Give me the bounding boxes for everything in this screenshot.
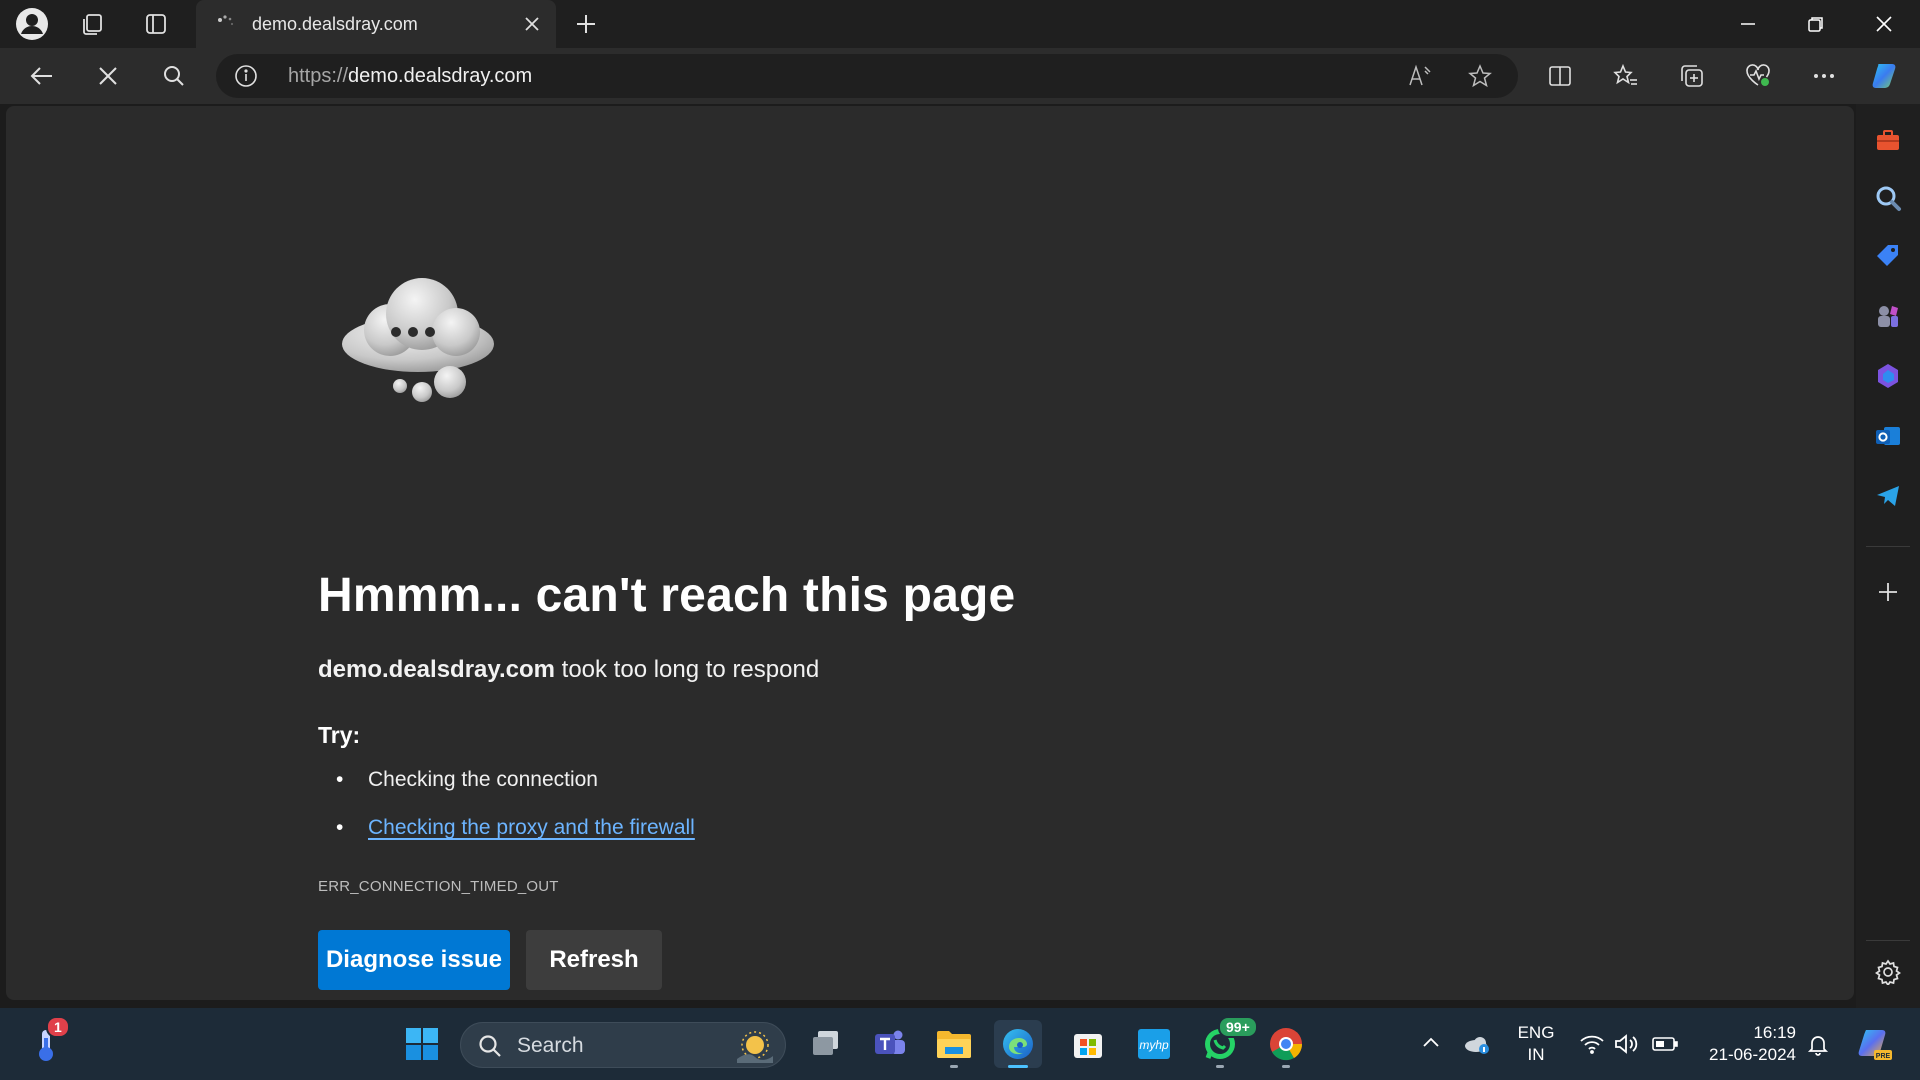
error-host: demo.dealsdray.com [318,656,555,683]
search-highlight-icon [735,1027,775,1065]
url-host: demo.dealsdray.com [348,65,533,87]
error-description: demo.dealsdray.com took too long to resp… [318,656,819,684]
error-page: Hmmm... can't reach this page demo.deals… [6,106,1854,1000]
title-bar: demo.dealsdray.com [0,0,1920,48]
back-icon[interactable] [22,56,62,96]
sidebar-divider [1866,940,1910,941]
browser-tab[interactable]: demo.dealsdray.com [196,0,556,48]
url-scheme: https:// [288,65,349,87]
running-indicator [1216,1065,1224,1068]
onedrive-icon[interactable] [1462,1030,1492,1058]
clock-time: 16:19 [1753,1023,1796,1042]
input-language[interactable]: ENG IN [1510,1022,1562,1066]
myhp-icon[interactable]: myhp [1130,1020,1178,1068]
whatsapp-icon[interactable]: 99+ [1196,1016,1258,1068]
page-title: Hmmm... can't reach this page [318,569,1016,622]
teams-icon[interactable] [866,1020,914,1068]
thinking-cloud-icon [334,264,502,404]
volume-icon[interactable] [1612,1030,1640,1058]
chrome-icon[interactable] [1262,1020,1310,1068]
region-code: IN [1527,1045,1545,1064]
running-indicator [1008,1065,1028,1068]
sidebar-divider [1866,546,1910,547]
workspaces-icon[interactable] [72,4,112,44]
error-message: took too long to respond [554,656,820,683]
bullet: • [336,816,344,839]
add-favorite-icon[interactable] [1466,62,1494,90]
start-icon[interactable] [398,1020,446,1068]
read-aloud-icon[interactable] [1406,62,1434,90]
system-clock[interactable]: 16:19 21-06-2024 [1696,1022,1796,1066]
loading-spinner-icon [214,12,238,36]
bullet: • [336,768,344,791]
tab-actions-icon[interactable] [136,4,176,44]
task-view-icon[interactable] [802,1020,850,1068]
add-icon[interactable] [1872,576,1904,608]
search-label: Search [517,1034,584,1057]
refresh-button[interactable]: Refresh [526,930,662,990]
proxy-firewall-link[interactable]: Checking the proxy and the firewall [368,816,695,839]
whatsapp-badge: 99+ [1218,1016,1258,1038]
restore-icon[interactable] [1782,0,1850,48]
running-indicator [950,1065,958,1068]
suggestion-text: Checking the connection [368,768,598,791]
more-icon[interactable] [1804,56,1844,96]
search-icon[interactable] [1872,182,1904,214]
address-bar[interactable]: https://demo.dealsdray.com [216,54,1518,98]
notifications-icon[interactable] [1804,1030,1832,1058]
microsoft-store-icon[interactable] [1064,1020,1112,1068]
favorites-icon[interactable] [1606,56,1646,96]
windows-taskbar: 1 Search myhp 99+ ENG IN 16:19 21-06-202… [0,1008,1920,1080]
edge-icon[interactable] [994,1020,1042,1068]
profile-icon[interactable] [12,4,52,44]
svg-text:PRE: PRE [1876,1053,1891,1060]
taskbar-search[interactable]: Search [460,1022,786,1068]
minimize-icon[interactable] [1714,0,1782,48]
site-info-icon[interactable] [234,64,258,88]
copilot-preview-icon[interactable]: PRE [1852,1022,1896,1066]
games-icon[interactable] [1872,300,1904,332]
new-tab-icon[interactable] [568,6,604,42]
settings-icon[interactable] [1872,956,1904,988]
browser-toolbar: https://demo.dealsdray.com [0,48,1920,104]
search-icon[interactable] [154,56,194,96]
language-code: ENG [1517,1023,1555,1042]
close-window-icon[interactable] [1850,0,1918,48]
svg-text:myhp: myhp [1139,1038,1169,1052]
browser-essentials-icon[interactable] [1738,56,1778,96]
outlook-icon[interactable] [1872,420,1904,452]
error-code: ERR_CONNECTION_TIMED_OUT [318,878,559,895]
collections-icon[interactable] [1672,56,1712,96]
shopping-icon[interactable] [1872,240,1904,272]
file-explorer-icon[interactable] [930,1020,978,1068]
weather-widget-icon[interactable]: 1 [24,1016,72,1068]
show-hidden-icons-icon[interactable] [1418,1030,1444,1056]
microsoft365-icon[interactable] [1872,360,1904,392]
stop-loading-icon[interactable] [88,56,128,96]
clock-date: 21-06-2024 [1709,1045,1796,1064]
running-indicator [1282,1065,1290,1068]
battery-icon[interactable] [1650,1030,1680,1058]
wifi-icon[interactable] [1578,1030,1606,1058]
try-heading: Try: [318,722,361,748]
suggestion-item: • Checking the connection [336,768,598,792]
url-text[interactable]: https://demo.dealsdray.com [288,65,532,88]
weather-badge: 1 [46,1016,70,1038]
split-screen-icon[interactable] [1540,56,1580,96]
tab-title: demo.dealsdray.com [252,14,418,34]
copilot-icon[interactable] [1866,56,1906,96]
close-tab-icon[interactable] [520,12,544,36]
tools-icon[interactable] [1872,124,1904,156]
diagnose-issue-button[interactable]: Diagnose issue [318,930,510,990]
suggestion-item: • Checking the proxy and the firewall [336,816,695,840]
telegram-icon[interactable] [1872,480,1904,512]
search-icon [477,1033,503,1059]
edge-sidebar [1856,104,1920,1008]
